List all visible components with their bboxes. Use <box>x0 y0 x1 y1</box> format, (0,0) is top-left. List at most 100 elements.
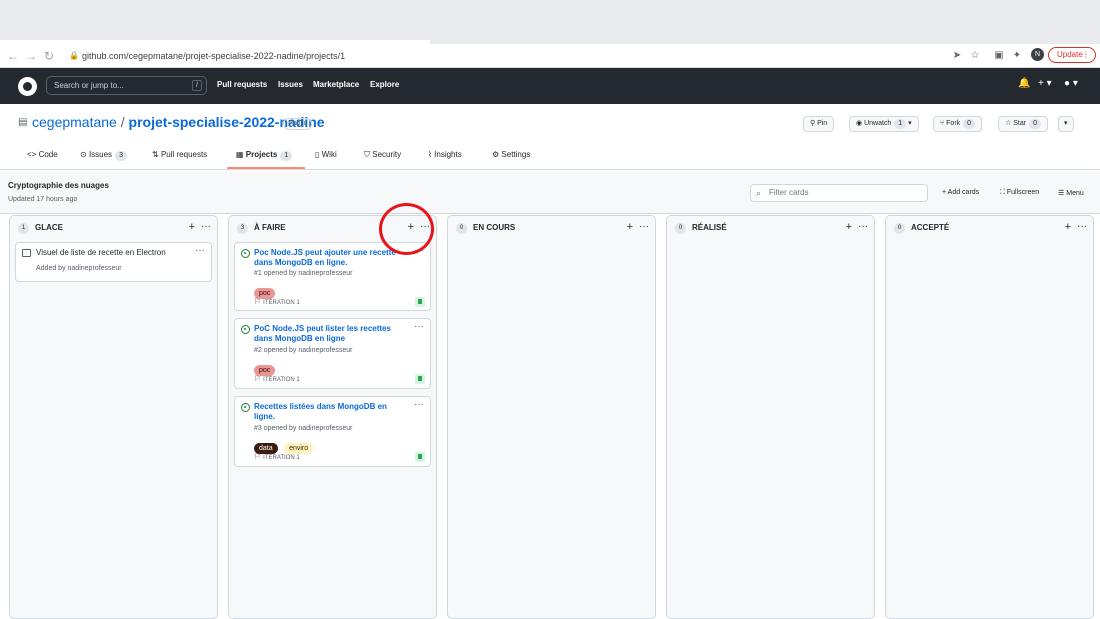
user-avatar-menu-icon[interactable]: ● ▾ <box>1064 78 1078 89</box>
star-label: Star <box>1013 120 1027 127</box>
tab-settings[interactable]: ⚙ Settings <box>492 150 530 159</box>
card-more-icon[interactable]: ··· <box>414 321 424 332</box>
issue-card[interactable]: Recettes listées dans MongoDB en ligne. … <box>234 396 431 467</box>
card-more-icon[interactable]: ··· <box>414 399 424 410</box>
column-realise: 0 RÉALISÉ + ··· <box>666 215 875 619</box>
issue-milestone[interactable]: ⚐ ITÉRATION 1 <box>254 297 300 306</box>
column-card-count: 3 <box>237 223 248 234</box>
note-card[interactable]: Visuel de liste de recette en Electron A… <box>15 242 212 282</box>
milestone-icon: ⚐ <box>254 374 262 383</box>
unwatch-button[interactable]: ◉ Unwatch 1 ▾ <box>849 116 919 132</box>
fullscreen-icon: ⛶ <box>1000 189 1007 196</box>
column-accepte: 0 ACCEPTÉ + ··· <box>885 215 1094 619</box>
github-logo-icon[interactable] <box>18 77 37 96</box>
pin-button[interactable]: ⚲ Pin <box>803 116 835 132</box>
extensions-icon[interactable]: ✦ <box>1010 48 1024 64</box>
assignee-avatar[interactable] <box>415 297 425 307</box>
repo-separator: / <box>120 114 125 130</box>
project-name[interactable]: Cryptographie des nuages <box>8 181 109 190</box>
issue-labels: poc <box>254 359 277 376</box>
send-icon[interactable]: ➤ <box>950 48 964 64</box>
column-a-faire: 3 À FAIRE + ··· Poc Node.JS peut ajouter… <box>228 215 437 619</box>
milestone-label: ITÉRATION 1 <box>263 455 300 461</box>
lock-icon: 🔒 <box>69 51 79 60</box>
add-cards-button[interactable]: + Add cards <box>942 189 979 196</box>
tab-code-label: Code <box>38 150 58 159</box>
issue-meta: #3 opened by nadineprofesseur <box>254 425 353 432</box>
notifications-bell-icon[interactable]: 🔔 <box>1018 78 1030 89</box>
column-add-card-icon[interactable]: + <box>189 221 195 233</box>
browser-profile-avatar[interactable]: N <box>1031 48 1044 61</box>
back-icon[interactable]: ← <box>6 48 20 64</box>
tab-issues-label: Issues <box>88 150 113 159</box>
column-header: 0 RÉALISÉ + ··· <box>667 221 874 236</box>
nav-issues[interactable]: Issues <box>278 80 303 89</box>
column-more-icon[interactable]: ··· <box>1077 221 1087 232</box>
reload-icon[interactable]: ↻ <box>42 48 56 64</box>
nav-explore[interactable]: Explore <box>370 80 399 89</box>
column-add-card-icon[interactable]: + <box>1065 221 1071 233</box>
tab-security[interactable]: ⛉ Security <box>364 150 401 160</box>
tab-pull-requests-label: Pull requests <box>160 150 208 159</box>
fork-button[interactable]: ⑂ Fork 0 <box>933 116 983 132</box>
issue-labels: poc <box>254 282 277 299</box>
shield-icon: ⛉ <box>364 150 373 159</box>
star-button[interactable]: ☆ Star 0 <box>998 116 1048 132</box>
eye-icon: ◉ <box>856 120 865 127</box>
nav-pull-requests[interactable]: Pull requests <box>217 80 267 89</box>
milestone-label: ITÉRATION 1 <box>263 377 300 383</box>
tab-wiki[interactable]: ▯ Wiki <box>315 150 337 159</box>
star-count: 0 <box>1029 119 1041 129</box>
selected-tab-underline <box>227 167 305 169</box>
tab-code[interactable]: <> Code <box>27 150 58 159</box>
search-placeholder: Search or jump to... <box>54 81 124 90</box>
star-list-dropdown[interactable]: ▾ <box>1058 116 1074 132</box>
global-search-input[interactable]: Search or jump to... / <box>46 76 207 95</box>
issue-meta: #2 opened by nadineprofesseur <box>254 347 353 354</box>
unwatch-label: Unwatch <box>864 120 892 127</box>
menu-button[interactable]: ☰ Menu <box>1058 189 1084 197</box>
column-add-card-icon[interactable]: + <box>627 221 633 233</box>
camera-icon[interactable]: ▣ <box>992 48 1006 64</box>
forward-icon[interactable]: → <box>24 48 38 64</box>
column-more-icon[interactable]: ··· <box>858 221 868 232</box>
column-more-icon[interactable]: ··· <box>639 221 649 232</box>
repo-tabs: <> Code ⊙ Issues 3 ⇅ Pull requests ▦ Proj… <box>0 142 1100 170</box>
issue-card[interactable]: PoC Node.JS peut lister les recettes dan… <box>234 318 431 389</box>
assignee-avatar[interactable] <box>415 374 425 384</box>
filter-cards-input[interactable]: ⌕ Filter cards <box>750 184 928 202</box>
address-bar[interactable]: 🔒 github.com/cegepmatane/projet-speciali… <box>62 47 942 65</box>
card-more-icon[interactable]: ··· <box>195 245 205 256</box>
tab-insights[interactable]: ⌇ Insights <box>428 150 462 159</box>
issue-milestone[interactable]: ⚐ ITÉRATION 1 <box>254 452 300 461</box>
project-icon: ▦ <box>236 150 246 159</box>
fullscreen-button[interactable]: ⛶ Fullscreen <box>1000 189 1039 197</box>
milestone-label: ITÉRATION 1 <box>263 300 300 306</box>
chevron-down-icon: ▾ <box>1064 120 1068 127</box>
issue-title-link[interactable]: PoC Node.JS peut lister les recettes dan… <box>254 324 404 344</box>
assignee-avatar[interactable] <box>415 452 425 462</box>
nav-marketplace[interactable]: Marketplace <box>313 80 359 89</box>
browser-tabstrip <box>0 0 1100 44</box>
repo-owner-link[interactable]: cegepmatane <box>32 114 117 130</box>
tab-pull-requests[interactable]: ⇅ Pull requests <box>152 150 207 159</box>
column-title: GLACE <box>35 223 63 232</box>
tab-projects[interactable]: ▦ Projects 1 <box>236 150 293 161</box>
column-card-count: 0 <box>456 223 467 234</box>
bookmark-star-icon[interactable]: ☆ <box>968 48 982 64</box>
column-card-count: 1 <box>18 223 29 234</box>
column-card-count: 0 <box>894 223 905 234</box>
search-icon: ⌕ <box>756 188 762 198</box>
issue-milestone[interactable]: ⚐ ITÉRATION 1 <box>254 374 300 383</box>
column-more-icon[interactable]: ··· <box>201 221 211 232</box>
tab-security-label: Security <box>372 150 402 159</box>
browser-toolbar: ← → ↻ 🔒 github.com/cegepmatane/projet-sp… <box>0 44 1100 68</box>
browser-update-button[interactable]: Update ⋮ <box>1048 47 1096 63</box>
column-add-card-icon[interactable]: + <box>846 221 852 233</box>
column-card-count: 0 <box>675 223 686 234</box>
tab-issues[interactable]: ⊙ Issues 3 <box>80 150 127 161</box>
code-icon: <> <box>27 150 39 159</box>
issue-title-link[interactable]: Poc Node.JS peut ajouter une recette dan… <box>254 248 404 268</box>
create-new-plus-icon[interactable]: + ▾ <box>1038 78 1052 89</box>
issue-title-link[interactable]: Recettes listées dans MongoDB en ligne. <box>254 402 399 422</box>
